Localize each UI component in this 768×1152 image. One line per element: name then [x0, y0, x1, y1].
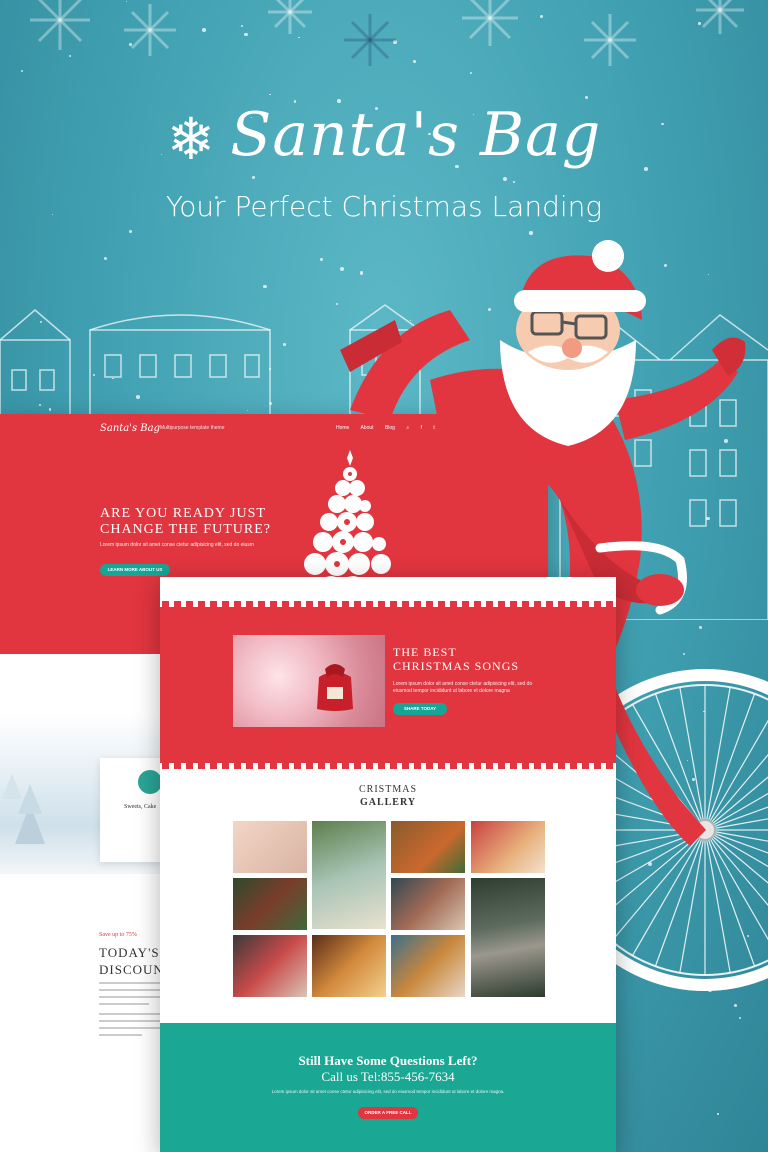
snowflake-icon: ❄ [166, 105, 217, 173]
questions-section [160, 1023, 616, 1152]
snow-dot [664, 263, 668, 267]
songs-text: Lorem ipsum dolor sit amet conse ctetur … [393, 681, 533, 694]
call-us-phone[interactable]: Call us Tel:855-456-7634 [160, 1069, 616, 1085]
songs-section: THE BEST CHRISTMAS SONGS Lorem ipsum dol… [160, 607, 616, 763]
snowflake-decoration-top [30, 0, 744, 66]
snow-dot [513, 181, 516, 184]
learn-more-button[interactable]: LEARN MORE ABOUT US [100, 564, 170, 576]
snow-dot [359, 270, 364, 275]
snow-dot [738, 1017, 742, 1020]
snow-dot [269, 93, 271, 96]
facebook-icon[interactable]: f [421, 425, 422, 431]
garland-bottom-decoration [162, 763, 613, 769]
search-icon[interactable]: ⌕ [406, 425, 409, 431]
gallery-tile-6[interactable] [391, 878, 465, 930]
gift-bag-photo [233, 635, 385, 727]
hero-title: ❄ Santa's Bag [0, 100, 768, 173]
questions-text: Lorem ipsum dolor sit amet conse ctetur … [271, 1089, 505, 1094]
product-card[interactable]: Sweets, Cake [100, 758, 162, 862]
snow-dot [320, 258, 323, 261]
back-hero-heading-line1: ARE YOU READY JUST [100, 506, 266, 521]
snow-dot [707, 273, 709, 276]
gallery-tile-4[interactable] [471, 821, 545, 873]
songs-heading-line1: THE BEST [393, 645, 457, 659]
gallery-heading-line2: GALLERY [359, 797, 417, 808]
gift-bag-icon [317, 664, 353, 711]
gallery-tile-1[interactable] [233, 821, 307, 873]
back-hero-heading-line2: CHANGE THE FUTURE? [100, 522, 271, 537]
songs-heading: THE BEST CHRISTMAS SONGS [393, 645, 519, 673]
snow-dot [103, 257, 107, 260]
back-hero-text: Lorem ipsum dolor sit amet conse ctetur … [100, 542, 254, 548]
hero-title-text: Santa's Bag [230, 100, 602, 170]
snow-dot [698, 625, 703, 630]
gallery-grid [233, 821, 545, 997]
gallery-tile-8[interactable] [233, 935, 307, 997]
snow-dot [128, 229, 132, 233]
front-screen-preview: THE BEST CHRISTMAS SONGS Lorem ipsum dol… [160, 577, 616, 1152]
gallery-tile-10[interactable] [391, 935, 465, 997]
gallery-tile-7[interactable] [471, 878, 545, 997]
gallery-tile-2[interactable] [312, 821, 386, 929]
gallery-tile-9[interactable] [312, 935, 386, 997]
hero-subtitle: Your Perfect Christmas Landing [165, 190, 603, 223]
snow-dot [340, 267, 345, 271]
discount-label: Save up to 75% [99, 932, 137, 938]
back-tagline: Multipurpose template theme [160, 425, 225, 431]
back-logo[interactable]: Santa's Bag [100, 423, 160, 434]
product-card-title: Sweets, Cake [124, 804, 157, 810]
garland-top-decoration [162, 601, 613, 607]
discount-heading-line1: TODAY'S [99, 945, 160, 960]
gallery-heading: CRISTMAS GALLERY [160, 783, 616, 809]
songs-heading-line2: CHRISTMAS SONGS [393, 659, 520, 673]
nav-item-blog[interactable]: Blog [385, 425, 395, 431]
nav-item-about[interactable]: About [360, 425, 373, 431]
snow-dot [529, 231, 533, 235]
snow-dot [585, 95, 589, 100]
snow-dot [263, 284, 267, 289]
nav-item-home[interactable]: Home [336, 425, 349, 431]
gallery-tile-5[interactable] [233, 878, 307, 930]
snow-dot [503, 176, 508, 181]
back-hero-heading: ARE YOU READY JUST CHANGE THE FUTURE? [100, 506, 271, 538]
share-today-button[interactable]: SHARE TODAY [393, 703, 447, 715]
snow-dot [252, 176, 256, 179]
snow-dot [717, 1113, 719, 1115]
discount-text-lines [99, 982, 161, 1041]
order-free-call-button[interactable]: ORDER A FREE CALL [358, 1107, 418, 1119]
gallery-heading-line1: CRISTMAS [358, 784, 417, 795]
gallery-tile-3[interactable] [391, 821, 465, 873]
questions-heading: Still Have Some Questions Left? [298, 1053, 478, 1068]
cake-icon [138, 770, 162, 794]
discount-heading: TODAY'S DISCOUN [99, 944, 164, 978]
discount-heading-line2: DISCOUN [99, 962, 164, 977]
twitter-icon[interactable]: t [433, 425, 434, 431]
